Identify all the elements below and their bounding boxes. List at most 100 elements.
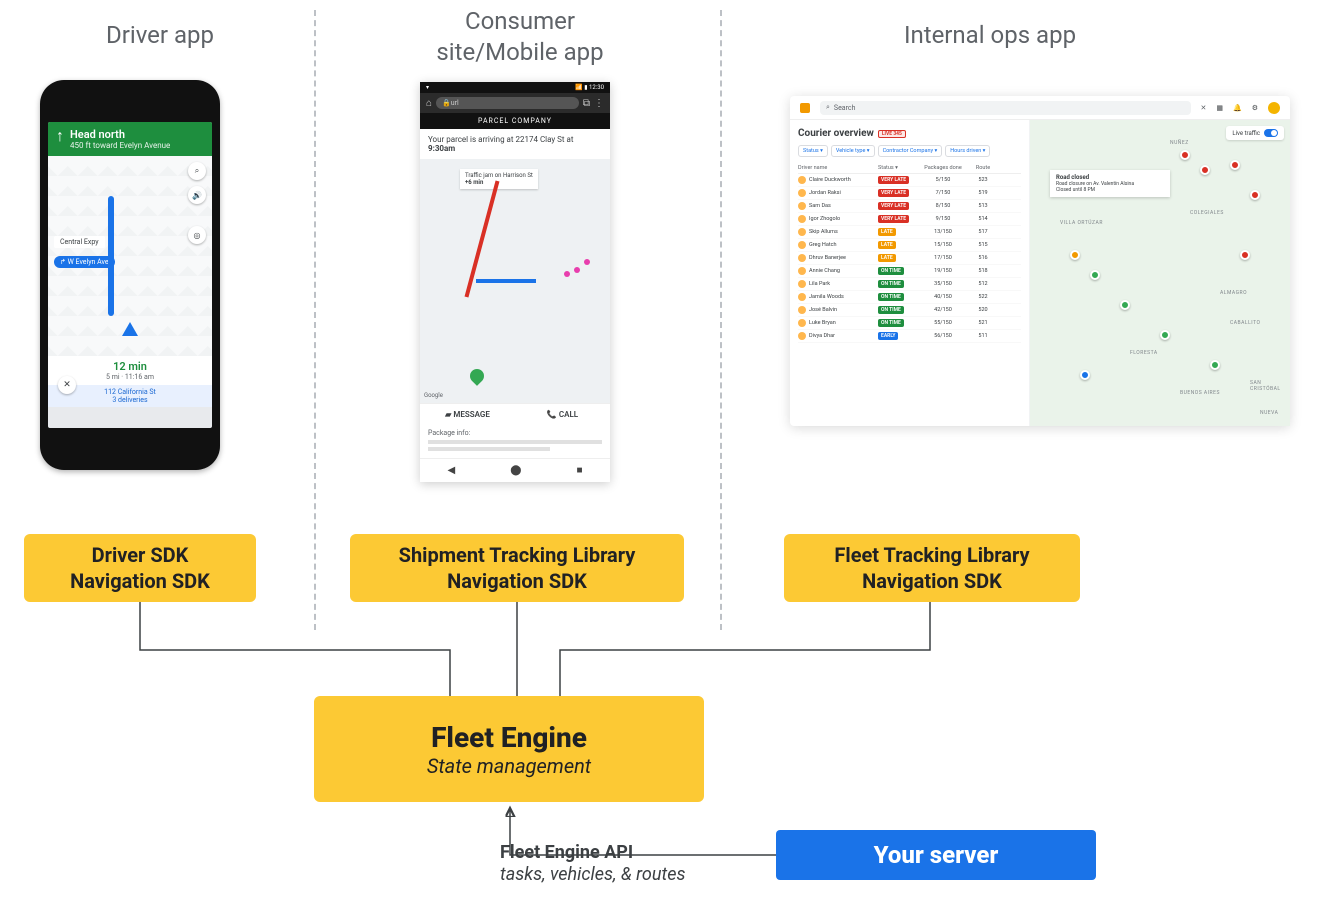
driver-name: Annie Chang — [809, 268, 840, 274]
courier-marker[interactable] — [1250, 190, 1260, 200]
courier-marker[interactable] — [1240, 250, 1250, 260]
search-icon: ⌕ — [826, 103, 830, 112]
table-row[interactable]: Divya DharEARLY56/150511 — [798, 330, 1021, 343]
table-row[interactable]: Greg HatchLATE15/150515 — [798, 239, 1021, 252]
route-number: 516 — [968, 255, 998, 261]
route-line — [108, 196, 114, 316]
table-row[interactable]: Lila ParkON TIME35/150512 — [798, 278, 1021, 291]
courier-marker[interactable] — [1210, 360, 1220, 370]
compass-icon[interactable]: ◎ — [188, 226, 206, 244]
apps-icon[interactable]: ▦ — [1216, 104, 1223, 112]
arrival-time: 9:30am — [428, 144, 455, 153]
courier-marker[interactable] — [1120, 300, 1130, 310]
status-badge: ON TIME — [878, 306, 904, 314]
courier-marker[interactable] — [1090, 270, 1100, 280]
status-badge: ON TIME — [878, 280, 904, 288]
table-row[interactable]: Igor ZhogoloVERY LATE9/150514 — [798, 213, 1021, 226]
tabs-icon[interactable]: ⧉ — [583, 98, 590, 109]
home-icon[interactable]: ⌂ — [426, 98, 432, 109]
avatar-icon — [798, 241, 806, 249]
call-button[interactable]: 📞 CALL — [515, 404, 610, 425]
stop-dot — [584, 259, 590, 265]
url-field[interactable]: 🔒url — [436, 97, 579, 109]
nav-direction-banner: ↑ Head north 450 ft toward Evelyn Avenue — [48, 122, 212, 156]
ops-sdk-line2: Navigation SDK — [784, 568, 1080, 594]
nav-distance: 450 ft — [70, 141, 91, 150]
ops-topbar: ⌕Search ✕ ▦ 🔔 ⚙ — [790, 96, 1290, 120]
home-nav-icon[interactable]: ⬤ — [510, 465, 521, 476]
route-number: 519 — [968, 190, 998, 196]
search-icon[interactable]: ⌕ — [188, 162, 206, 180]
table-row[interactable]: Dhruv BanerjeeLATE17/150516 — [798, 252, 1021, 265]
packages-done: 40/150 — [918, 294, 968, 300]
back-icon[interactable]: ◀ — [448, 465, 456, 476]
driver-name: Claire Duckworth — [809, 177, 851, 183]
close-button[interactable]: ✕ — [58, 376, 76, 394]
message-button[interactable]: ▰ MESSAGE — [420, 404, 515, 425]
consumer-map: Traffic jam on Harrison St +6 min Google — [420, 159, 610, 403]
phone-icon: 📞 — [547, 410, 557, 419]
fleet-engine-api-label: Fleet Engine API tasks, vehicles, & rout… — [500, 842, 685, 885]
packages-done: 55/150 — [918, 320, 968, 326]
table-row[interactable]: Luke BryanON TIME55/150521 — [798, 317, 1021, 330]
ops-map[interactable]: Live traffic Road closed Road closure on… — [1030, 120, 1290, 426]
column-title-driver: Driver app — [10, 20, 310, 51]
ops-search-input[interactable]: ⌕Search — [820, 101, 1191, 115]
col-status[interactable]: Status ▾ — [878, 165, 918, 171]
avatar-icon — [798, 228, 806, 236]
table-row[interactable]: Jordan RaksiVERY LATE7/150519 — [798, 187, 1021, 200]
filter-chip[interactable]: Hours driven ▾ — [945, 145, 990, 157]
recent-icon[interactable]: ■ — [576, 465, 582, 476]
volume-icon[interactable]: 🔊 — [188, 186, 206, 204]
courier-marker[interactable] — [1180, 150, 1190, 160]
courier-marker[interactable] — [1160, 330, 1170, 340]
table-row[interactable]: José BalvinON TIME42/150520 — [798, 304, 1021, 317]
your-server-box: Your server — [776, 830, 1096, 880]
col-packages[interactable]: Packages done — [918, 165, 968, 171]
table-row[interactable]: Annie ChangON TIME19/150518 — [798, 265, 1021, 278]
table-row[interactable]: Claire DuckworthVERY LATE5/150523 — [798, 174, 1021, 187]
col-route[interactable]: Route — [968, 165, 998, 171]
api-subtitle: tasks, vehicles, & routes — [500, 864, 685, 886]
traffic-callout: Traffic jam on Harrison St +6 min — [460, 169, 538, 189]
route-number: 523 — [968, 177, 998, 183]
table-row[interactable]: Skip AllumsLATE13/150517 — [798, 226, 1021, 239]
column-title-ops: Internal ops app — [790, 20, 1190, 51]
api-title: Fleet Engine API — [500, 842, 685, 864]
user-avatar[interactable] — [1268, 102, 1280, 114]
filter-chip[interactable]: Vehicle type ▾ — [831, 145, 875, 157]
lock-icon: 🔒 — [442, 99, 451, 107]
table-body: Claire DuckworthVERY LATE5/150523Jordan … — [798, 174, 1021, 343]
courier-marker[interactable] — [1230, 160, 1240, 170]
filter-chip[interactable]: Status ▾ — [798, 145, 828, 157]
courier-marker[interactable] — [1200, 165, 1210, 175]
settings-icon[interactable]: ⚙ — [1252, 104, 1258, 112]
menu-icon[interactable]: ⋮ — [594, 98, 604, 109]
live-traffic-toggle[interactable]: Live traffic — [1226, 126, 1284, 140]
divider-1 — [314, 10, 316, 630]
status-badge: LATE — [878, 241, 896, 249]
consumer-sdk-line1: Shipment Tracking Library — [350, 542, 684, 568]
filter-chip[interactable]: Contractor Company ▾ — [878, 145, 943, 157]
ops-sdk-line1: Fleet Tracking Library — [784, 542, 1080, 568]
route-number: 521 — [968, 320, 998, 326]
close-search-icon[interactable]: ✕ — [1201, 104, 1207, 112]
ops-title: Courier overview LIVE 345 — [798, 128, 1021, 139]
status-badge: VERY LATE — [878, 176, 909, 184]
table-row[interactable]: Jamila WoodsON TIME40/150522 — [798, 291, 1021, 304]
avatar-icon — [798, 202, 806, 210]
driver-name: Dhruv Banerjee — [809, 255, 846, 261]
courier-marker[interactable] — [1070, 250, 1080, 260]
driver-name: Igor Zhogolo — [809, 216, 840, 222]
footer-deliveries: 3 deliveries — [51, 396, 209, 404]
notification-icon[interactable]: 🔔 — [1233, 104, 1242, 112]
table-row[interactable]: Sam DasVERY LATE8/150513 — [798, 200, 1021, 213]
nav-direction-text: Head north — [70, 128, 170, 141]
packages-done: 19/150 — [918, 268, 968, 274]
courier-marker[interactable] — [1080, 370, 1090, 380]
col-driver-name[interactable]: Driver name — [798, 165, 878, 171]
route-number: 511 — [968, 333, 998, 339]
driver-phone-frame: ↑ Head north 450 ft toward Evelyn Avenue… — [40, 80, 220, 470]
packages-done: 15/150 — [918, 242, 968, 248]
skeleton-line — [428, 440, 602, 444]
